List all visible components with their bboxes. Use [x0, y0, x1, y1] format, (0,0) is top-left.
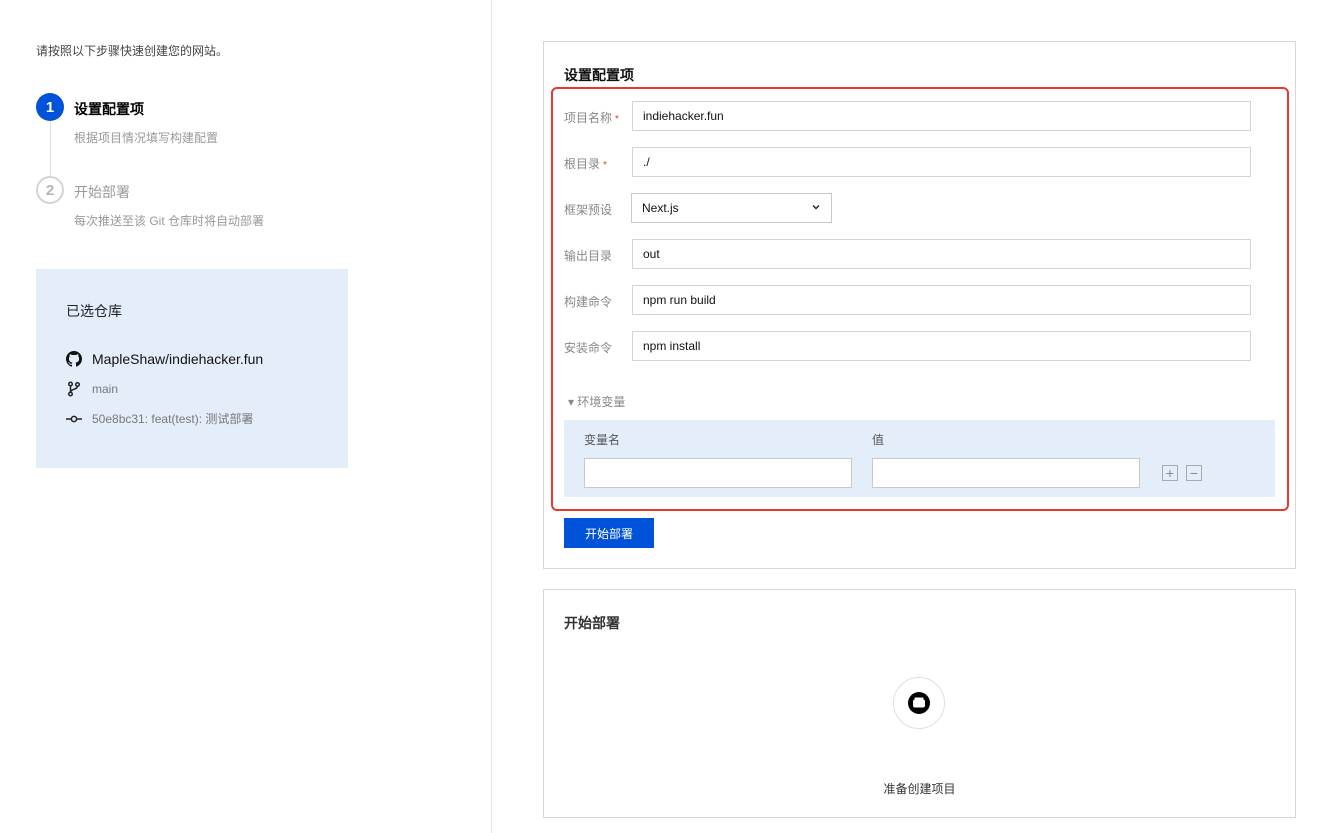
git-commit-icon — [66, 411, 82, 427]
framework-select[interactable]: Next.js — [631, 193, 832, 223]
env-vars-panel: 变量名 值 + − — [564, 420, 1275, 497]
deploy-status-text: 准备创建项目 — [883, 782, 956, 796]
minus-icon: − — [1189, 465, 1199, 481]
repo-box-title: 已选仓库 — [66, 303, 122, 319]
field-output-dir: 输出目录 out — [564, 239, 1254, 269]
required-mark: * — [603, 160, 607, 171]
root-dir-input[interactable]: ./ — [632, 147, 1251, 177]
selected-repo-box: 已选仓库 MapleShaw/indiehacker.fun main 50e8… — [36, 269, 348, 468]
repo-branch-row: main — [66, 381, 118, 397]
field-project-name: 项目名称 * indiehacker.fun — [564, 101, 1254, 131]
install-cmd-input[interactable]: npm install — [632, 331, 1251, 361]
env-name-input[interactable] — [584, 458, 852, 488]
build-cmd-label: 构建命令 — [564, 295, 613, 309]
field-install-cmd: 安装命令 npm install — [564, 331, 1254, 361]
step-2-desc: 每次推送至该 Git 仓库时将自动部署 — [74, 214, 265, 228]
add-env-button[interactable]: + — [1162, 465, 1178, 481]
intro-text: 请按照以下步骤快速创建您的网站。 — [36, 44, 229, 58]
framework-label: 框架预设 — [564, 203, 613, 217]
field-framework: 框架预设 Next.js — [564, 193, 1254, 223]
env-value-input[interactable] — [872, 458, 1140, 488]
env-value-header: 值 — [872, 433, 885, 447]
repo-commit-row: 50e8bc31: feat(test): 测试部署 — [66, 410, 253, 427]
build-cmd-input[interactable]: npm run build — [632, 285, 1251, 315]
install-cmd-label: 安装命令 — [564, 341, 613, 355]
remove-env-button[interactable]: − — [1186, 465, 1202, 481]
deploy-title: 开始部署 — [564, 615, 620, 631]
env-name-header: 变量名 — [584, 433, 621, 447]
config-title: 设置配置项 — [564, 67, 634, 83]
field-root-dir: 根目录 * ./ — [564, 147, 1254, 177]
step-1-number: 1 — [36, 93, 64, 121]
output-dir-label: 输出目录 — [564, 249, 613, 263]
repo-name: MapleShaw/indiehacker.fun — [92, 351, 264, 367]
step-connector — [50, 122, 51, 176]
project-status-icon — [893, 677, 945, 729]
project-name-input[interactable]: indiehacker.fun — [632, 101, 1251, 131]
plus-icon: + — [1165, 465, 1175, 481]
step-1-desc: 根据项目情况填写构建配置 — [74, 131, 219, 145]
start-deploy-button[interactable]: 开始部署 — [564, 518, 654, 548]
repo-name-row: MapleShaw/indiehacker.fun — [66, 351, 263, 367]
git-branch-icon — [66, 381, 82, 397]
step-2-title: 开始部署 — [74, 184, 130, 200]
output-dir-input[interactable]: out — [632, 239, 1251, 269]
left-panel: 请按照以下步骤快速创建您的网站。 1 设置配置项 根据项目情况填写构建配置 2 … — [0, 0, 492, 833]
env-vars-toggle[interactable]: ▾ 环境变量 — [568, 393, 625, 410]
chevron-down-icon — [811, 201, 821, 215]
step-1-title: 设置配置项 — [74, 101, 144, 117]
deploy-card: 开始部署 准备创建项目 — [543, 589, 1296, 818]
config-card: 设置配置项 项目名称 * indiehacker.fun 根目录 * ./ 框架预设… — [543, 41, 1296, 569]
required-mark: * — [615, 114, 619, 125]
root-dir-label: 根目录 * — [564, 157, 607, 171]
repo-commit: 50e8bc31: feat(test): 测试部署 — [92, 412, 254, 426]
repo-branch: main — [92, 382, 119, 396]
github-icon — [66, 351, 82, 367]
step-2-number: 2 — [36, 176, 64, 204]
project-name-label: 项目名称 * — [564, 111, 619, 125]
framework-value: Next.js — [642, 201, 679, 215]
field-build-cmd: 构建命令 npm run build — [564, 285, 1254, 315]
